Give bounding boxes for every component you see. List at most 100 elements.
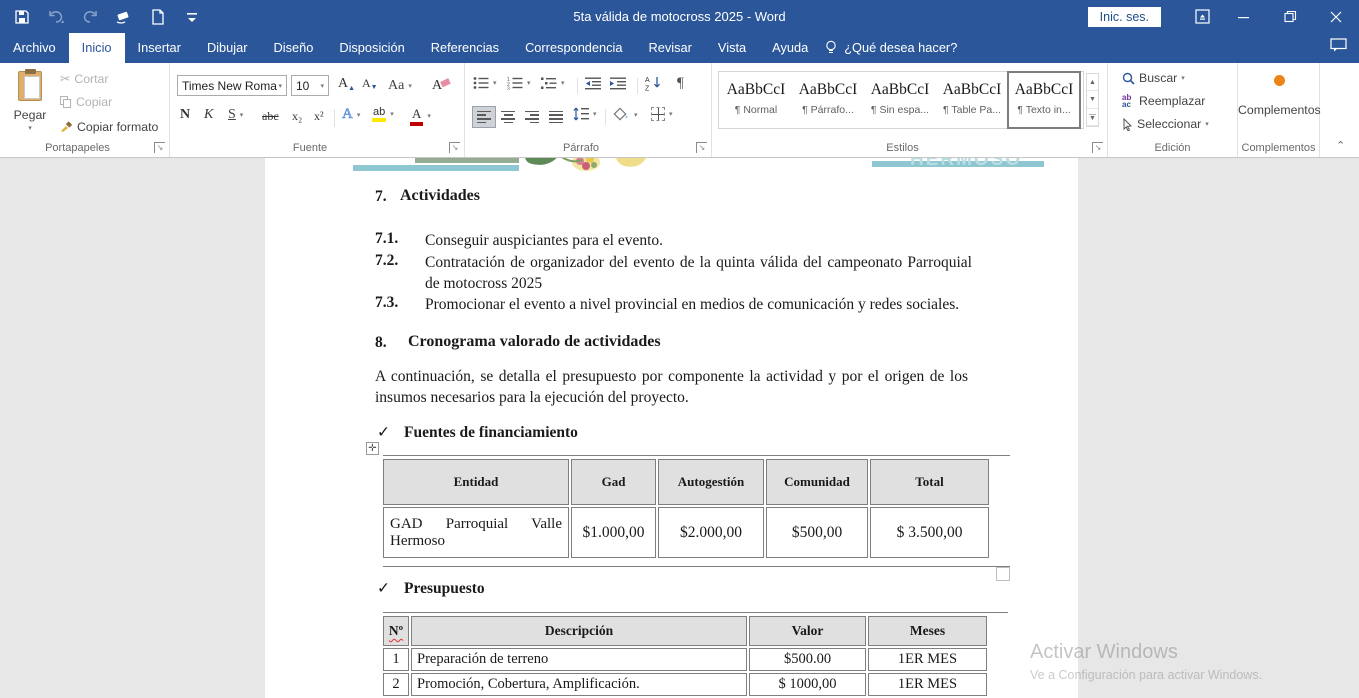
numbering-button[interactable]: 123▾ [507, 76, 531, 90]
tell-me-box[interactable]: ¿Qué desea hacer? [821, 33, 967, 63]
tab-ayuda[interactable]: Ayuda [759, 33, 821, 63]
borders-icon [651, 107, 665, 121]
replace-button[interactable]: abac Reemplazar [1122, 94, 1205, 108]
superscript-button[interactable]: x² [314, 109, 324, 124]
styles-scroll-down-icon[interactable]: ▼ [1087, 91, 1098, 108]
ink-eraser-icon[interactable] [114, 7, 134, 27]
paste-label: Pegar [14, 108, 47, 122]
select-button[interactable]: Seleccionar▾ [1122, 117, 1209, 131]
tab-archivo[interactable]: Archivo [0, 33, 69, 63]
cell-valor: $500.00 [749, 648, 866, 671]
strikethrough-button[interactable]: abc [262, 109, 279, 124]
restore-button[interactable] [1267, 0, 1313, 33]
decrease-indent-button[interactable] [585, 77, 602, 95]
format-painter-button[interactable]: Copiar formato [60, 119, 158, 135]
italic-button[interactable]: K [204, 107, 213, 123]
highlight-color-button[interactable]: ab▾ [372, 106, 394, 122]
table-resize-handle[interactable] [996, 567, 1010, 581]
line-spacing-button[interactable]: ▾ [573, 107, 597, 121]
parrafo-dialog-launcher[interactable]: ↘ [696, 142, 707, 153]
header-numero: Nº [389, 623, 403, 638]
shrink-font-button[interactable]: A▼ [362, 76, 378, 91]
tab-insertar[interactable]: Insertar [125, 33, 194, 63]
document-page[interactable]: HERMOSO 7. Actividades 7.1. Conseguir au… [265, 158, 1078, 698]
document-canvas[interactable]: HERMOSO 7. Actividades 7.1. Conseguir au… [0, 158, 1359, 698]
font-name-combobox[interactable]: Times New Roma▾ [177, 75, 287, 96]
align-right-button[interactable] [521, 107, 543, 127]
style-label: ¶ Párrafo... [793, 104, 863, 116]
new-document-icon[interactable] [148, 7, 168, 27]
change-case-button[interactable]: Aa▾ [388, 78, 412, 94]
shading-button[interactable]: ▾ [613, 107, 638, 122]
grow-font-button[interactable]: A▲ [338, 76, 355, 92]
portapapeles-dialog-launcher[interactable]: ↘ [154, 142, 165, 153]
bold-button[interactable]: N [180, 107, 190, 123]
styles-scroll-up-icon[interactable]: ▲ [1087, 74, 1098, 91]
show-marks-button[interactable]: ¶ [677, 75, 684, 92]
group-label-portapapeles: Portapapeles [0, 142, 155, 154]
cell-meses: 1ER MES [868, 673, 987, 696]
text-effects-button[interactable]: A▾ [342, 106, 360, 123]
font-size-combobox[interactable]: 10▾ [291, 75, 329, 96]
header-cell: Nº [383, 616, 409, 646]
style-sin-espaciado[interactable]: AaBbCcI ¶ Sin espa... [865, 73, 935, 127]
table-move-handle[interactable]: ✛ [366, 442, 379, 455]
subscript-button[interactable]: x₂ [292, 109, 302, 124]
cell-meses: 1ER MES [868, 648, 987, 671]
align-center-button[interactable] [497, 107, 519, 127]
style-parrafo[interactable]: AaBbCcI ¶ Párrafo... [793, 73, 863, 127]
tab-dibujar[interactable]: Dibujar [194, 33, 261, 63]
increase-indent-button[interactable] [610, 77, 627, 95]
tab-diseno[interactable]: Diseño [260, 33, 326, 63]
underline-button[interactable]: S▾ [228, 107, 243, 123]
tab-disposicion[interactable]: Disposición [326, 33, 417, 63]
clear-formatting-button[interactable]: A [432, 76, 452, 97]
paste-button[interactable]: Pegar ▾ [10, 71, 50, 132]
presupuesto-table[interactable]: Nº Descripción Valor Meses 1 Preparación… [381, 614, 989, 698]
fuente-dialog-launcher[interactable]: ↘ [449, 142, 460, 153]
copy-icon [60, 96, 72, 109]
cut-label: Cortar [74, 72, 108, 86]
find-button[interactable]: Buscar▾ [1122, 71, 1185, 85]
font-color-button[interactable]: A▾ [410, 106, 431, 126]
numbering-icon: 123 [507, 76, 523, 90]
tab-revisar[interactable]: Revisar [636, 33, 705, 63]
minimize-button[interactable] [1221, 0, 1267, 33]
tab-inicio[interactable]: Inicio [69, 33, 125, 63]
style-table-paragraph[interactable]: AaBbCcI ¶ Table Pa... [937, 73, 1007, 127]
title-bar: 5ta válida de motocross 2025 - Word Inic… [0, 0, 1359, 33]
styles-more-icon[interactable]: —▼ [1087, 109, 1098, 126]
collapse-ribbon-icon[interactable]: ⌃ [1336, 139, 1345, 152]
group-label-estilos: Estilos [712, 142, 1093, 154]
close-button[interactable] [1313, 0, 1359, 33]
table1-top-rule [383, 455, 1010, 456]
addins-button[interactable]: Complementos [1238, 73, 1320, 117]
header-cell: Autogestión [658, 459, 764, 505]
feedback-icon[interactable] [1330, 38, 1347, 57]
bullets-button[interactable]: ▾ [473, 76, 497, 90]
table-row: 2 Promoción, Cobertura, Amplificación. $… [383, 673, 987, 696]
style-sample: AaBbCcI [937, 81, 1007, 99]
sign-in-button[interactable]: Inic. ses. [1088, 7, 1161, 27]
list-item-number: 7.2. [375, 252, 398, 270]
financiamiento-label: Fuentes de financiamiento [404, 424, 578, 441]
style-texto-independiente[interactable]: AaBbCcI ¶ Texto in... [1009, 73, 1079, 127]
align-left-button[interactable] [473, 107, 495, 127]
svg-text:3: 3 [507, 87, 510, 91]
borders-button[interactable]: ▾ [651, 107, 673, 121]
change-case-label: Aa [388, 78, 404, 94]
customize-qat-icon[interactable] [182, 7, 202, 27]
style-normal[interactable]: AaBbCcI ¶ Normal [721, 73, 791, 127]
tab-correspondencia[interactable]: Correspondencia [512, 33, 635, 63]
tab-vista[interactable]: Vista [705, 33, 759, 63]
paste-dropdown-caret[interactable]: ▾ [10, 124, 50, 132]
justify-button[interactable] [545, 107, 567, 127]
tab-referencias[interactable]: Referencias [418, 33, 512, 63]
ribbon-display-options-icon[interactable] [1183, 0, 1221, 33]
estilos-dialog-launcher[interactable]: ↘ [1092, 142, 1103, 153]
sort-button[interactable]: AZ [645, 75, 663, 91]
financiamiento-table[interactable]: Entidad Gad Autogestión Comunidad Total … [381, 457, 991, 560]
addin-dot-icon [1274, 75, 1285, 86]
multilevel-list-button[interactable]: ▾ [541, 76, 565, 90]
save-icon[interactable] [12, 7, 32, 27]
